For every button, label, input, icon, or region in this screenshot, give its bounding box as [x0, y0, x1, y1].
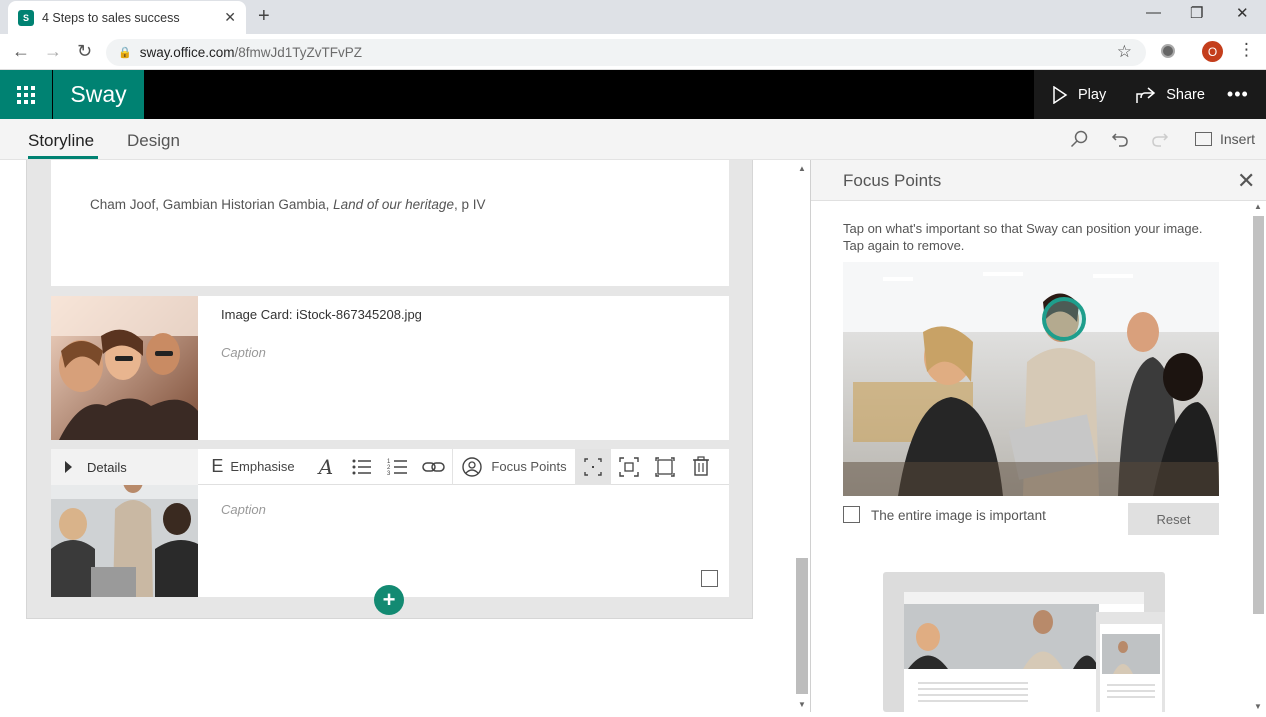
close-panel-icon[interactable]: ✕ [1237, 168, 1255, 194]
redo-icon[interactable] [1151, 130, 1169, 148]
caption-field[interactable]: Caption [221, 345, 266, 360]
back-icon[interactable]: ← [12, 41, 30, 62]
expand-triangle-icon [65, 461, 72, 473]
card-select-checkbox[interactable] [701, 570, 718, 587]
focus-point-marker[interactable] [1042, 297, 1086, 341]
url-host: sway.office.com [139, 45, 235, 60]
browser-tabbar: S 4 Steps to sales success ✕ + — ❐ ✕ [0, 0, 1266, 34]
play-button[interactable]: Play [1052, 85, 1107, 104]
restore-icon[interactable]: ❐ [1190, 4, 1203, 22]
forward-icon[interactable]: → [44, 41, 62, 62]
browser-tab-title: 4 Steps to sales success [42, 10, 180, 25]
panel-header: Focus Points ✕ [811, 160, 1266, 201]
quote-title: Land of our heritage [333, 197, 454, 212]
reload-icon[interactable]: ↻ [77, 41, 92, 62]
quote-suffix: , p IV [453, 197, 486, 212]
play-icon [1053, 85, 1068, 104]
more-options-icon[interactable]: ••• [1227, 84, 1249, 105]
focus-image[interactable] [843, 262, 1219, 496]
quote-prefix: Cham Joof, Gambian Historian Gambia, [90, 197, 334, 212]
card-toolbar: E Emphasise A 123 Focus Points [198, 448, 729, 485]
plus-icon: + [382, 587, 396, 612]
storyline-canvas: Cham Joof, Gambian Historian Gambia, Lan… [0, 160, 810, 712]
share-label: Share [1166, 86, 1205, 103]
browser-tab[interactable]: S 4 Steps to sales success ✕ [8, 1, 246, 34]
entire-image-label: The entire image is important [871, 508, 1046, 523]
details-toggle[interactable]: Details [51, 449, 198, 485]
editor-tabs-row: Storyline Design Insert [0, 119, 1266, 160]
focus-points-button[interactable]: Focus Points [453, 449, 575, 485]
bookmark-star-icon[interactable]: ☆ [1117, 42, 1132, 62]
reset-button[interactable]: Reset [1128, 503, 1219, 535]
numbered-list-icon[interactable]: 123 [380, 449, 416, 485]
insert-label: Insert [1220, 131, 1256, 147]
image-card-title: Image Card: iStock-867345208.jpg [221, 307, 422, 322]
details-label: Details [87, 459, 127, 475]
scroll-up-icon[interactable]: ▲ [798, 164, 806, 173]
url-path: /8fmwJd1TyZvTFvPZ [234, 45, 363, 60]
sway-favicon-icon: S [18, 9, 34, 26]
layout-preview [883, 572, 1168, 712]
focus-points-panel: Focus Points ✕ Tap on what's important s… [810, 160, 1266, 712]
entire-image-checkbox[interactable] [843, 506, 860, 523]
emphasise-label: Emphasise [230, 459, 295, 474]
image-card-selected[interactable]: Details E Emphasise A 123 Focus Points C… [51, 448, 729, 597]
share-button[interactable]: Share [1136, 86, 1205, 104]
lock-icon: 🔒 [118, 47, 132, 59]
tab-storyline[interactable]: Storyline [28, 131, 94, 151]
add-card-button[interactable]: + [374, 585, 404, 615]
panel-scroll-up-icon[interactable]: ▲ [1254, 202, 1262, 211]
scroll-down-icon[interactable]: ▼ [798, 700, 806, 709]
waffle-icon [17, 85, 35, 104]
undo-icon[interactable] [1111, 130, 1129, 148]
focus-points-label: Focus Points [491, 459, 567, 474]
search-icon[interactable] [1070, 130, 1088, 148]
new-tab-icon[interactable]: + [258, 5, 270, 28]
extension-icon[interactable] [1161, 44, 1175, 58]
browser-address-bar: ← → ↻ 🔒 sway.office.com /8fmwJd1TyZvTFvP… [0, 34, 1266, 70]
panel-scrollbar[interactable]: ▲ ▼ [1251, 202, 1265, 712]
emphasise-button[interactable]: E Emphasise [198, 449, 308, 485]
fit-medium-icon[interactable] [611, 449, 647, 485]
active-tab-indicator [28, 156, 98, 159]
close-tab-icon[interactable]: ✕ [224, 9, 236, 26]
app-launcher-button[interactable] [0, 70, 52, 119]
fit-small-icon[interactable] [575, 448, 611, 485]
share-icon [1136, 86, 1156, 103]
svg-text:3: 3 [387, 471, 391, 477]
accent-icon[interactable]: A [308, 449, 344, 485]
play-label: Play [1078, 86, 1107, 103]
browser-menu-icon[interactable]: ⋮ [1238, 40, 1255, 60]
profile-avatar[interactable]: O [1202, 41, 1223, 62]
panel-description: Tap on what's important so that Sway can… [843, 221, 1203, 253]
insert-button[interactable]: Insert [1195, 131, 1255, 147]
close-window-icon[interactable]: ✕ [1236, 4, 1249, 22]
url-field[interactable]: 🔒 sway.office.com /8fmwJd1TyZvTFvPZ ☆ [106, 39, 1146, 66]
minimize-icon[interactable]: — [1146, 4, 1161, 21]
bulleted-list-icon[interactable] [344, 449, 380, 485]
image-icon [1195, 132, 1212, 146]
app-brand[interactable]: Sway [53, 70, 144, 119]
fit-large-icon[interactable] [647, 449, 683, 485]
image-thumbnail-friends[interactable] [51, 296, 198, 440]
quote-text[interactable]: Cham Joof, Gambian Historian Gambia, Lan… [90, 197, 485, 212]
panel-scroll-thumb[interactable] [1253, 216, 1264, 614]
header-actions: Play Share ••• [1034, 70, 1266, 119]
link-icon[interactable] [416, 449, 452, 485]
text-card[interactable]: Cham Joof, Gambian Historian Gambia, Lan… [51, 160, 729, 286]
storyline-scroll-thumb[interactable] [796, 558, 808, 694]
sway-header: Sway Play Share ••• [0, 70, 1266, 119]
delete-icon[interactable] [683, 449, 719, 485]
tab-design[interactable]: Design [127, 131, 180, 151]
story-section: Cham Joof, Gambian Historian Gambia, Lan… [26, 160, 753, 619]
panel-title: Focus Points [843, 171, 942, 190]
panel-scroll-down-icon[interactable]: ▼ [1254, 702, 1262, 711]
image-card[interactable]: Image Card: iStock-867345208.jpg Caption [51, 296, 729, 440]
emphasise-icon: E [211, 456, 224, 476]
caption-field[interactable]: Caption [221, 502, 266, 517]
focus-points-icon [462, 456, 483, 477]
